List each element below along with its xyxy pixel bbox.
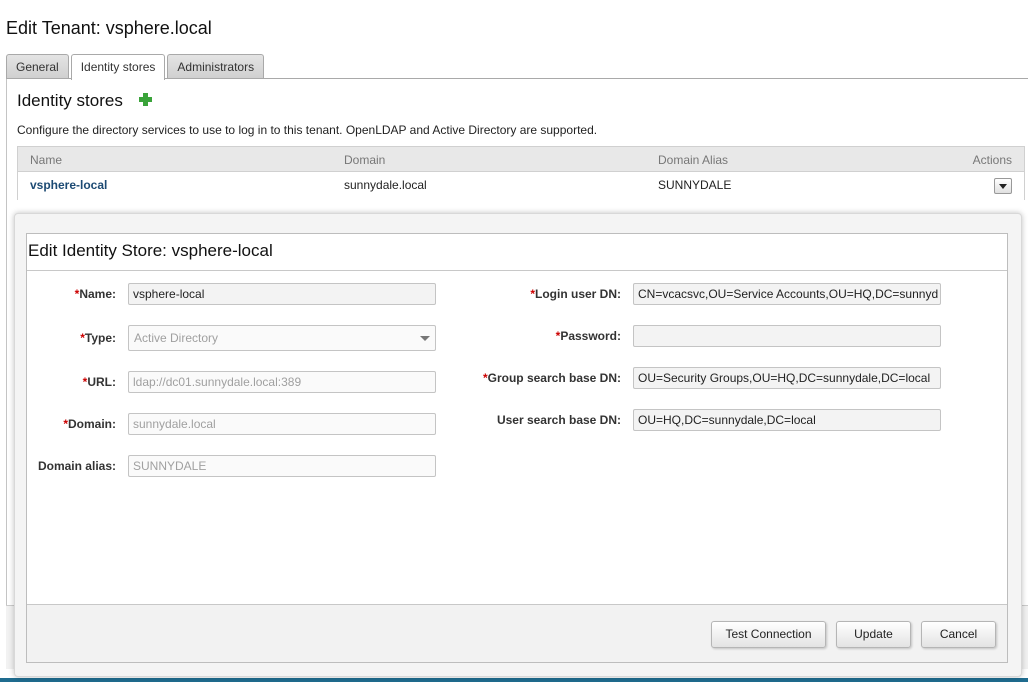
row-actions-dropdown-icon[interactable] [994, 178, 1012, 194]
domain-alias-label: Domain alias: [37, 459, 116, 473]
column-name[interactable]: Name [30, 153, 62, 167]
tab-identity-stores[interactable]: Identity stores [70, 54, 166, 80]
identity-stores-grid: Name Domain Domain Alias Actions vsphere… [17, 146, 1025, 200]
column-domain[interactable]: Domain [344, 153, 385, 167]
login-user-dn-label: *Login user DN: [530, 287, 621, 301]
user-search-base-dn-field[interactable]: OU=HQ,DC=sunnydale,DC=local [633, 409, 941, 431]
dialog-title: Edit Identity Store: vsphere-local [27, 234, 1007, 271]
tab-administrators[interactable]: Administrators [167, 54, 265, 79]
grid-header: Name Domain Domain Alias Actions [17, 146, 1025, 172]
domain-alias-field[interactable]: SUNNYDALE [128, 455, 436, 477]
bottom-bar [0, 678, 1028, 682]
page-title: Edit Tenant: vsphere.local [6, 18, 212, 38]
login-user-dn-field[interactable]: CN=vcacsvc,OU=Service Accounts,OU=HQ,DC=… [633, 283, 941, 305]
group-search-base-dn-field[interactable]: OU=Security Groups,OU=HQ,DC=sunnydale,DC… [633, 367, 941, 389]
chevron-down-icon [420, 336, 430, 341]
cancel-button[interactable]: Cancel [921, 621, 996, 648]
domain-field[interactable]: sunnydale.local [128, 413, 436, 435]
type-select[interactable]: Active Directory [128, 325, 436, 351]
table-row[interactable]: vsphere-local sunnydale.local SUNNYDALE [17, 172, 1025, 200]
url-field[interactable]: ldap://dc01.sunnydale.local:389 [128, 371, 436, 393]
tab-bar: General Identity stores Administrators [6, 54, 266, 80]
url-label: *URL: [82, 375, 116, 389]
password-field[interactable] [633, 325, 941, 347]
row-domain: sunnydale.local [344, 178, 427, 192]
row-domain-alias: SUNNYDALE [658, 178, 732, 192]
section-title: Identity stores [17, 91, 123, 110]
row-name-link[interactable]: vsphere-local [30, 178, 107, 192]
password-label: *Password: [555, 329, 621, 343]
name-label: *Name: [74, 287, 116, 301]
plus-icon[interactable] [139, 93, 152, 106]
section-description: Configure the directory services to use … [17, 123, 598, 137]
group-search-base-dn-label: *Group search base DN: [482, 371, 621, 385]
update-button[interactable]: Update [836, 621, 911, 648]
type-label: *Type: [80, 331, 116, 345]
column-actions: Actions [972, 153, 1012, 167]
tab-general[interactable]: General [6, 54, 69, 79]
user-search-base-dn-label: User search base DN: [496, 413, 621, 427]
column-domain-alias[interactable]: Domain Alias [658, 153, 728, 167]
test-connection-button[interactable]: Test Connection [711, 621, 826, 648]
domain-label: *Domain: [63, 417, 116, 431]
name-field[interactable]: vsphere-local [128, 283, 436, 305]
